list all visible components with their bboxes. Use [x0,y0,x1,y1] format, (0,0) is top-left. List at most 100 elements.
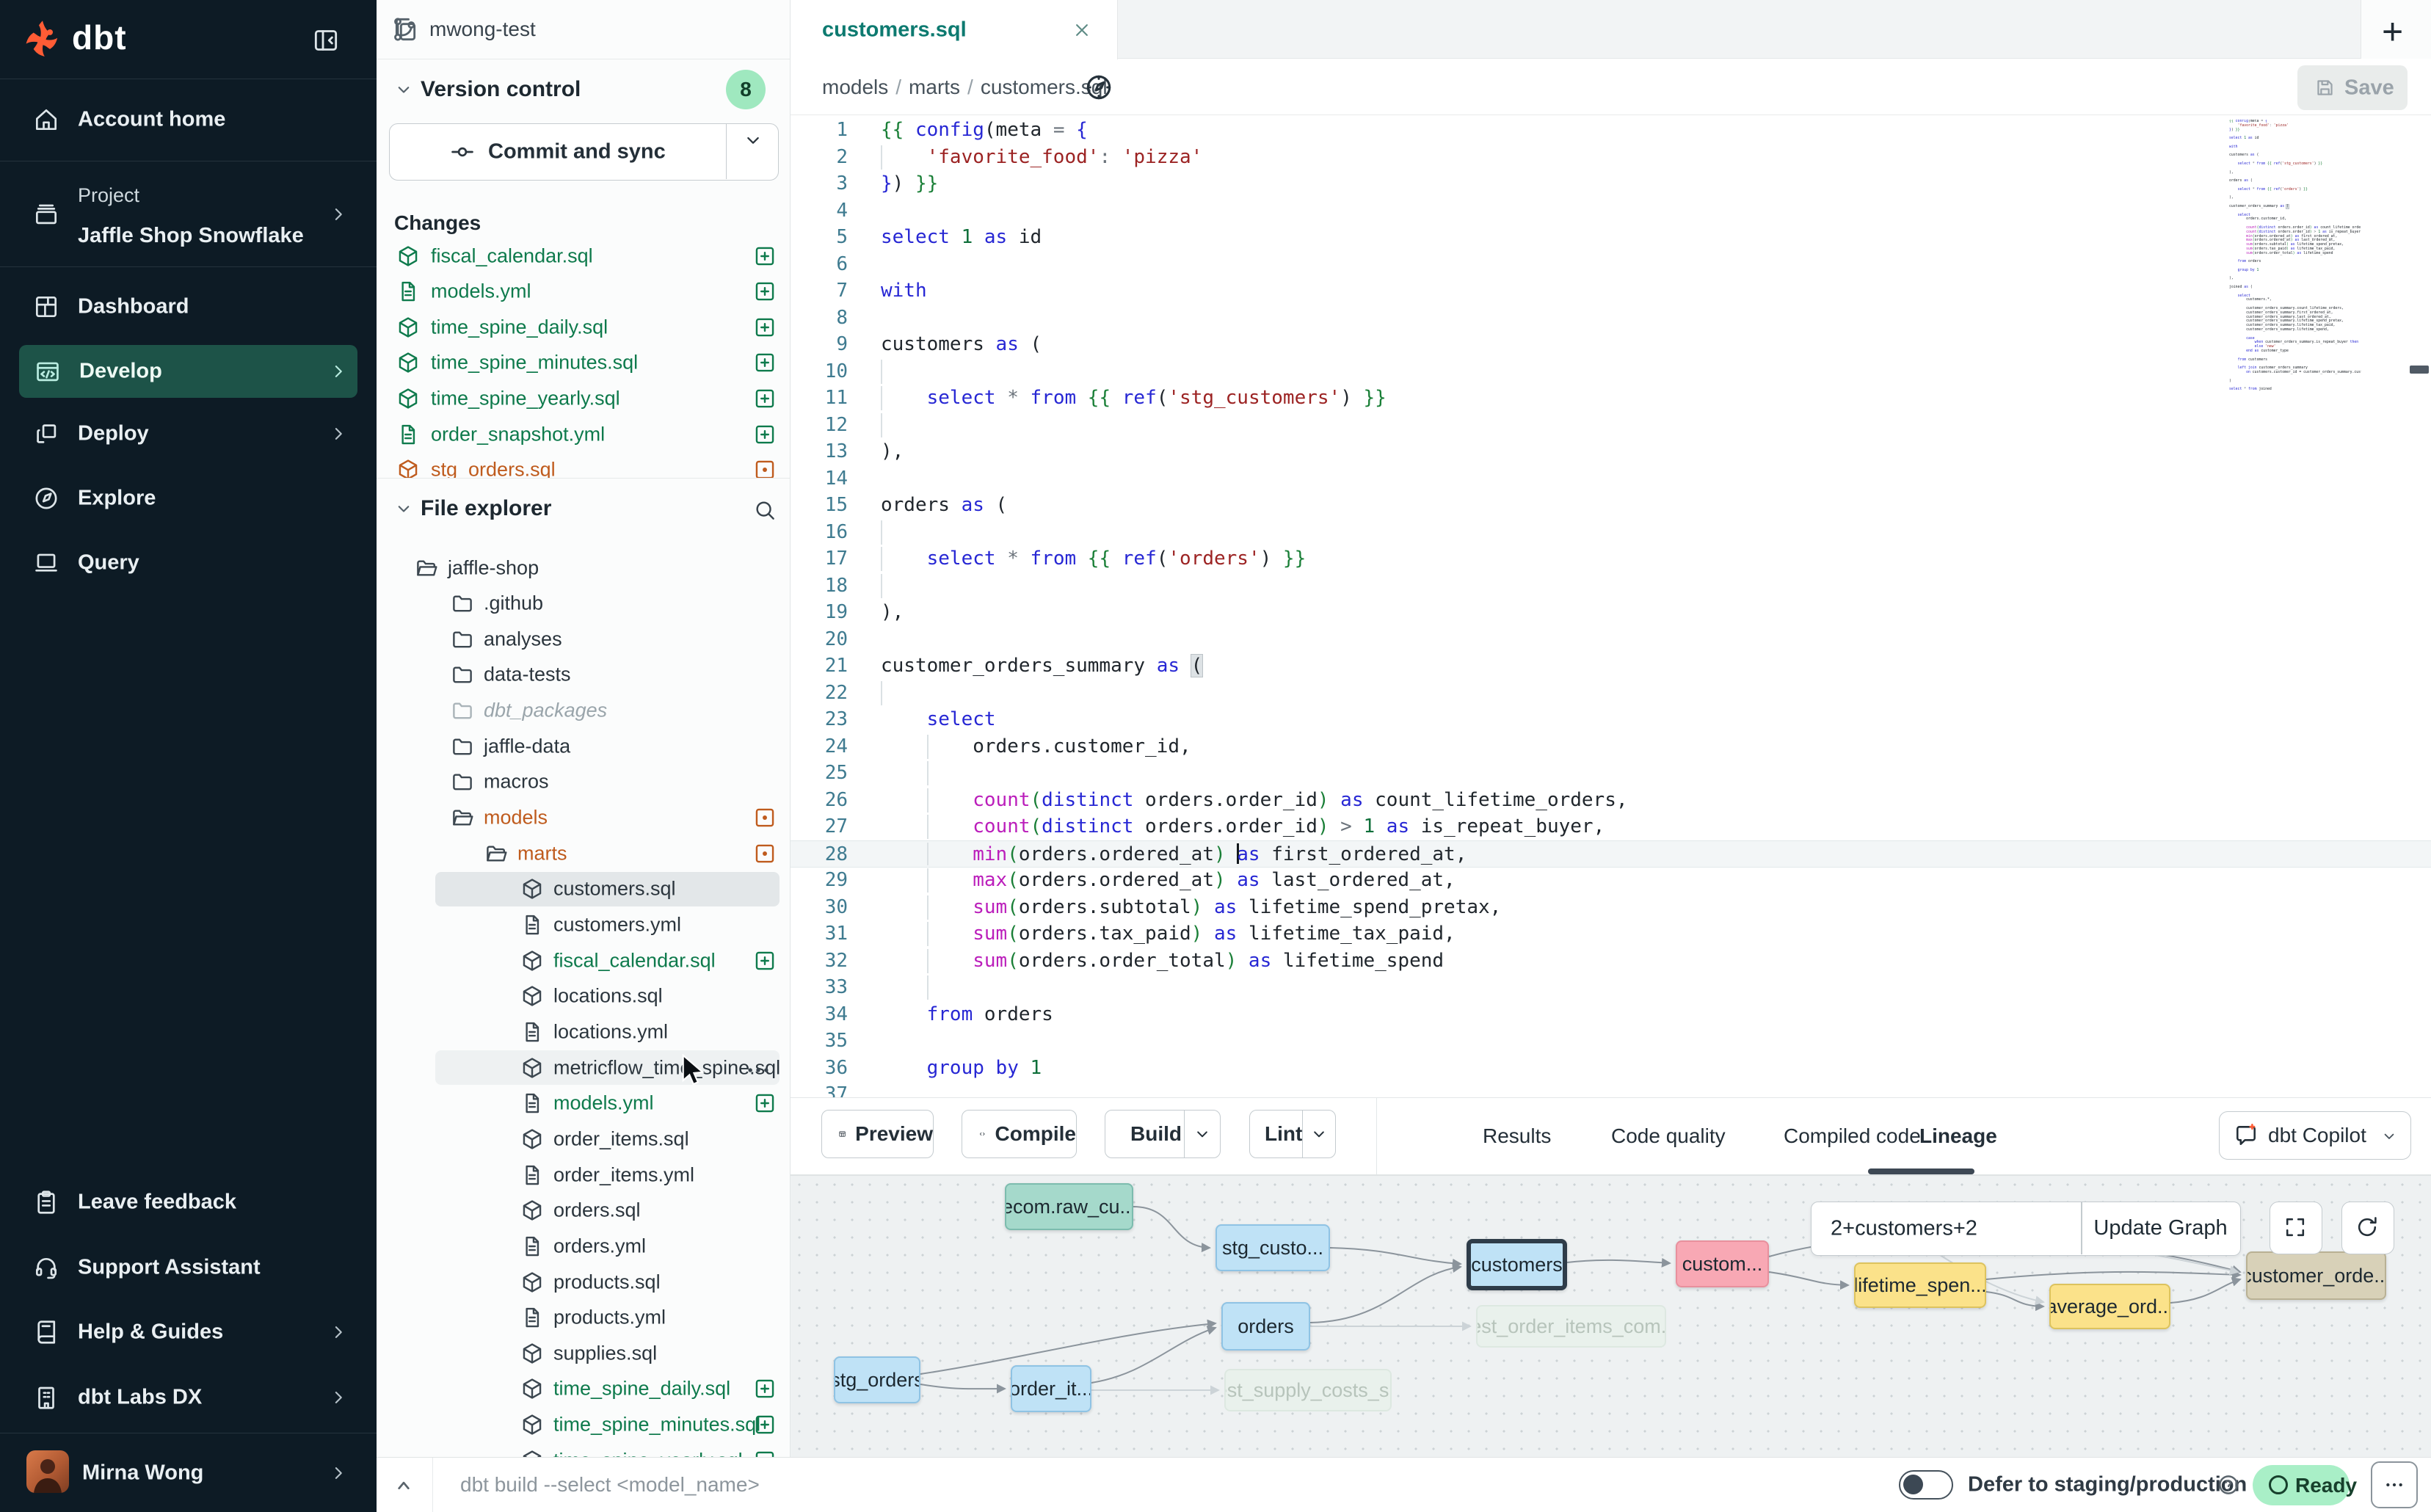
tree-item-order-items-yml[interactable]: order_items.yml [377,1157,790,1193]
stage-plus-icon[interactable] [752,1091,777,1116]
tab-compiled-code[interactable]: Compiled code [1784,1098,1921,1174]
update-graph-button[interactable]: Update Graph [2082,1202,2239,1254]
lineage-node-test-order-items[interactable]: test_order_items_com... [1476,1305,1666,1348]
lineage-node-stg-orders[interactable]: stg_orders [834,1356,920,1403]
tree-item-orders-sql[interactable]: orders.sql [377,1193,790,1229]
code-line-28[interactable]: 28 min(orders.ordered_at) as first_order… [791,840,2431,868]
lineage-node-custom[interactable]: custom... [1676,1240,1769,1287]
stage-plus-icon[interactable] [752,1376,777,1401]
tree-item-time-spine-minutes-sql[interactable]: time_spine_minutes.sql [377,1407,790,1443]
file-explorer-header[interactable]: File explorer [377,489,790,528]
lineage-node-ecom-raw-customers[interactable]: ecom.raw_cu... [1005,1183,1133,1230]
tree-item-macros[interactable]: macros [377,764,790,800]
lineage-node-lifetime-spend[interactable]: lifetime_spen... [1854,1262,1986,1308]
code-line-31[interactable]: 31 sum(orders.tax_paid) as lifetime_tax_… [791,920,2431,948]
lineage-node-stg-customers[interactable]: stg_custo... [1216,1224,1330,1271]
tree-item-jaffle-data[interactable]: jaffle-data [377,728,790,764]
sidebar-item-query[interactable]: Query [0,539,377,586]
lineage-node-average-order[interactable]: average_ord... [2049,1284,2170,1329]
lint-button[interactable]: Lint [1249,1110,1336,1158]
tree-item-locations-yml[interactable]: locations.yml [377,1014,790,1050]
code-line-27[interactable]: 27 count(distinct orders.order_id) > 1 a… [791,813,2431,840]
change-item[interactable]: time_spine_daily.sql [377,309,790,345]
preview-button[interactable]: Preview [821,1110,934,1158]
code-line-32[interactable]: 32 sum(orders.order_total) as lifetime_s… [791,948,2431,975]
code-line-10[interactable]: 10 [791,358,2431,385]
tree-item-supplies-sql[interactable]: supplies.sql [377,1335,790,1371]
sidebar-collapse-icon[interactable] [311,26,341,55]
tab-customers-sql[interactable]: customers.sql [791,0,1118,59]
stage-plus-icon[interactable] [752,350,777,375]
tree-item-customers-sql[interactable]: customers.sql [377,871,790,907]
lineage-node-order-items[interactable]: order_it... [1011,1365,1091,1412]
code-line-16[interactable]: 16 [791,519,2431,546]
modified-badge-icon[interactable] [752,457,777,479]
sidebar-item-project[interactable]: ProjectJaffle Shop Snowflake [0,174,377,255]
tree-item-locations-sql[interactable]: locations.sql [377,978,790,1014]
sidebar-item-leave-feedback[interactable]: Leave feedback [0,1179,377,1226]
stage-plus-icon[interactable] [752,315,777,340]
sidebar-item-support-assistant[interactable]: Support Assistant [0,1244,377,1291]
sidebar-item-account-home[interactable]: Account home [0,96,377,143]
code-line-11[interactable]: 11 select * from {{ ref('stg_customers')… [791,385,2431,412]
refresh-graph-button[interactable] [2341,1202,2394,1254]
change-item[interactable]: fiscal_calendar.sql [377,238,790,274]
compile-button[interactable]: Compile [962,1110,1077,1158]
code-line-34[interactable]: 34 from orders [791,1001,2431,1028]
commit-and-sync-button[interactable]: Commit and sync [389,123,779,181]
more-options-button[interactable] [2371,1461,2418,1508]
version-control-header[interactable]: Version control 8 [377,70,790,109]
tree-item-time-spine-daily-sql[interactable]: time_spine_daily.sql [377,1371,790,1407]
code-line-5[interactable]: 5select 1 as id [791,224,2431,251]
stage-minus-icon[interactable] [752,1448,777,1457]
code-line-8[interactable]: 8 [791,305,2431,332]
tree-item-fiscal-calendar-sql[interactable]: fiscal_calendar.sql [377,942,790,978]
stage-plus-icon[interactable] [752,422,777,447]
stage-plus-icon[interactable] [752,1412,777,1437]
lineage-panel[interactable]: count_lifetim...ecom.raw_cu...stg_custo.… [791,1175,2431,1457]
code-line-30[interactable]: 30 sum(orders.subtotal) as lifetime_spen… [791,894,2431,921]
code-line-2[interactable]: 2 'favorite_food': 'pizza' [791,144,2431,171]
tree-item-orders-yml[interactable]: orders.yml [377,1228,790,1264]
change-item[interactable]: time_spine_yearly.sql [377,380,790,416]
lineage-search-input[interactable]: 2+customers+2 [1831,1217,1977,1241]
tree-item-dbt-packages[interactable]: dbt_packages [377,693,790,729]
code-line-13[interactable]: 13), [791,438,2431,465]
code-line-19[interactable]: 19), [791,599,2431,626]
code-line-35[interactable]: 35 [791,1028,2431,1055]
code-line-29[interactable]: 29 max(orders.ordered_at) as last_ordere… [791,867,2431,894]
tree-item-order-items-sql[interactable]: order_items.sql [377,1121,790,1157]
code-line-33[interactable]: 33 [791,974,2431,1001]
lineage-node-test-supply-costs[interactable]: test_supply_costs_s... [1224,1369,1392,1411]
breadcrumb-part[interactable]: models [822,76,888,98]
code-line-12[interactable]: 12 [791,412,2431,439]
command-input[interactable]: dbt build --select <model_name> [460,1473,760,1497]
code-line-22[interactable]: 22 [791,680,2431,707]
lineage-node-customers[interactable]: customers [1467,1239,1567,1290]
change-item[interactable]: order_snapshot.yml [377,416,790,452]
compass-icon[interactable] [1083,71,1115,103]
tree-item-models[interactable]: models [377,800,790,836]
tree-item-marts[interactable]: marts [377,835,790,871]
tree-item-time-spine-yearly-sql[interactable]: time_spine_yearly.sql [377,1442,790,1457]
scrollbar-thumb[interactable] [2410,366,2429,374]
status-badge[interactable]: Ready [2253,1465,2350,1505]
breadcrumb-part[interactable]: marts [909,76,960,98]
new-tab-button[interactable]: + [2382,10,2403,53]
lineage-node-customer-orders[interactable]: customer_orde... [2246,1251,2386,1300]
tab-lineage[interactable]: Lineage [1919,1098,1997,1174]
code-line-14[interactable]: 14 [791,465,2431,493]
code-line-7[interactable]: 7with [791,277,2431,305]
tree-item-analyses[interactable]: analyses [377,621,790,657]
code-line-20[interactable]: 20 [791,626,2431,653]
code-line-25[interactable]: 25 [791,760,2431,787]
code-line-9[interactable]: 9customers as ( [791,331,2431,358]
code-line-21[interactable]: 21customer_orders_summary as ( [791,653,2431,680]
code-line-18[interactable]: 18 [791,573,2431,600]
save-button[interactable]: Save [2297,65,2408,110]
build-options-button[interactable] [1184,1111,1220,1157]
expand-command-bar-button[interactable] [390,1471,418,1499]
sidebar-item-explore[interactable]: Explore [0,475,377,522]
code-line-24[interactable]: 24 orders.customer_id, [791,733,2431,760]
sidebar-item-develop[interactable]: Develop [19,345,357,398]
